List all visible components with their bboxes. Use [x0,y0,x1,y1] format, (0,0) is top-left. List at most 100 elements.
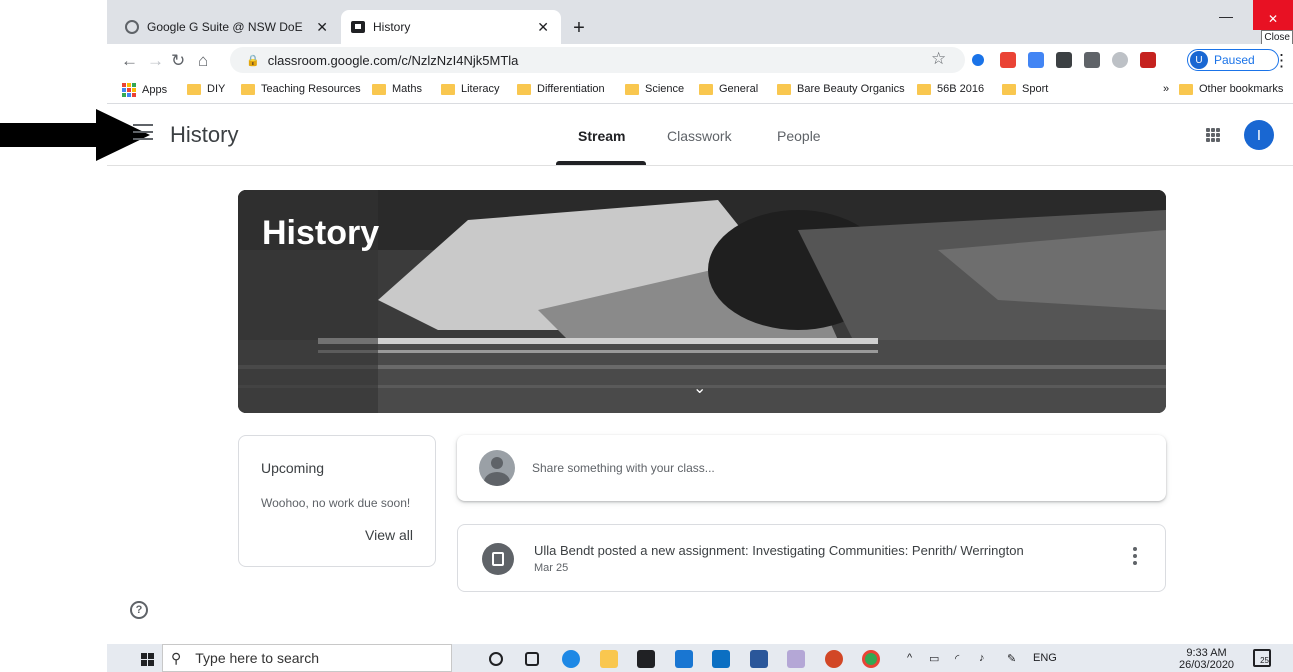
home-icon[interactable]: ⌂ [198,51,208,71]
share-announcement-box[interactable]: Share something with your class... [457,435,1166,501]
extension-v-icon[interactable] [972,54,984,66]
notification-count: 25 [1260,656,1269,665]
stream-post[interactable]: Ulla Bendt posted a new assignment: Inve… [457,524,1166,592]
reload-icon[interactable]: ↻ [171,51,185,71]
url-text: classroom.google.com/c/NzlzNzI4Njk5MTla [267,52,519,68]
bookmark-differentiation[interactable]: Differentiation [517,83,605,95]
folder-icon [777,83,791,95]
back-arrow-icon[interactable]: ← [121,51,138,71]
snipping-tool-icon[interactable] [787,650,805,668]
chrome-menu-icon[interactable]: ⋮ [1273,51,1290,71]
profile-avatar: U [1190,51,1208,69]
pointer-arrow [0,109,150,161]
bookmark-label: General [719,83,759,95]
bookmark-label: 56B 2016 [937,83,985,95]
bookmark-literacy[interactable]: Literacy [441,83,500,95]
main-menu-icon[interactable] [133,124,153,140]
bookmark-apps[interactable]: Apps [122,83,167,97]
extension-pdf-icon[interactable] [1140,52,1156,68]
edge-browser-icon[interactable] [562,650,580,668]
profile-paused-button[interactable]: U Paused [1187,49,1279,71]
file-explorer-icon[interactable] [600,650,618,668]
upcoming-message: Woohoo, no work due soon! [261,496,411,510]
window-close-button[interactable]: ✕ [1253,0,1293,30]
bookmark-science[interactable]: Science [625,83,684,95]
bookmark-56b-2016[interactable]: 56B 2016 [917,83,984,95]
notification-center-icon[interactable]: 25 [1253,649,1271,667]
bookmarks-bar: Apps DIY Teaching Resources Maths Litera… [107,76,1293,104]
view-all-link[interactable]: View all [365,527,413,543]
post-title[interactable]: Ulla Bendt posted a new assignment: Inve… [534,543,1024,558]
classroom-icon [351,21,365,33]
tab-classwork[interactable]: Classwork [667,128,732,144]
tab-stream[interactable]: Stream [578,128,625,144]
powerpoint-icon[interactable] [825,650,843,668]
folder-icon [699,83,713,95]
tab-close-icon[interactable]: ✕ [537,19,549,36]
windows-start-icon[interactable] [141,653,155,666]
google-apps-icon[interactable] [1206,128,1220,142]
bookmark-star-icon[interactable]: ☆ [931,49,946,69]
taskbar-clock[interactable]: 9:33 AM 26/03/2020 [1179,647,1234,671]
bookmark-general[interactable]: General [699,83,758,95]
chrome-icon[interactable] [862,650,880,668]
clock-date: 26/03/2020 [1179,659,1235,671]
folder-icon [517,83,531,95]
url-bar[interactable]: 🔒 classroom.google.com/c/NzlzNzI4Njk5MTl… [230,47,965,73]
store-icon[interactable] [637,650,655,668]
bookmark-teaching-resources[interactable]: Teaching Resources [241,83,361,95]
share-placeholder: Share something with your class... [532,461,715,475]
wifi-icon[interactable]: ◜ [955,652,959,665]
bookmark-label: DIY [207,83,226,95]
class-title[interactable]: History [170,122,238,148]
other-bookmarks[interactable]: Other bookmarks [1179,83,1283,95]
user-avatar [479,450,515,486]
extension-camera-icon[interactable] [1028,52,1044,68]
volume-icon[interactable]: ♪ [979,652,985,664]
more-options-icon[interactable] [1133,547,1137,565]
task-view-icon[interactable] [525,652,539,666]
bookmark-bare-beauty-organics[interactable]: Bare Beauty Organics [777,83,905,95]
cortana-icon[interactable] [489,652,503,666]
tab-people[interactable]: People [777,128,821,144]
mail-icon[interactable] [712,650,730,668]
browser-tab-gsuite[interactable]: Google G Suite @ NSW DoE ✕ [115,10,340,44]
folder-icon [241,83,255,95]
bookmark-label: Sport [1022,83,1049,95]
bookmark-label: Literacy [461,83,500,95]
minimize-button[interactable]: — [1219,8,1233,24]
browser-tab-history[interactable]: History ✕ [341,10,561,44]
bookmark-label: Differentiation [537,83,605,95]
bookmarks-overflow-button[interactable]: » [1163,83,1169,95]
folder-icon [372,83,386,95]
lync-icon[interactable] [675,650,693,668]
taskbar-search[interactable]: ⚲ Type here to search [162,644,452,672]
extension-screencast-icon[interactable] [1000,52,1016,68]
new-tab-button[interactable]: + [567,16,591,40]
folder-icon [441,83,455,95]
battery-icon[interactable]: ▭ [929,652,939,665]
language-indicator[interactable]: ENG [1033,652,1057,664]
extension-ig-icon[interactable] [1084,52,1100,68]
windows-taskbar: ⚲ Type here to search ^ ▭ ◜ ♪ ✎ ENG 9:33… [107,644,1293,672]
account-avatar[interactable]: I [1244,120,1274,150]
chevron-down-icon[interactable]: ⌄ [693,378,706,398]
bookmark-diy[interactable]: DIY [187,83,225,95]
bookmark-sport[interactable]: Sport [1002,83,1048,95]
folder-icon [625,83,639,95]
profile-status: Paused [1214,53,1255,67]
bookmark-maths[interactable]: Maths [372,83,422,95]
pen-icon[interactable]: ✎ [1007,652,1016,665]
tab-close-icon[interactable]: ✕ [316,19,328,36]
extension-circle-icon[interactable] [1112,52,1128,68]
taskbar-search-placeholder: Type here to search [195,650,320,666]
extension-image-icon[interactable] [1056,52,1072,68]
help-icon[interactable]: ? [130,601,148,619]
search-icon: ⚲ [171,649,182,666]
globe-icon [125,20,139,34]
word-icon[interactable] [750,650,768,668]
tab-label: Google G Suite @ NSW DoE [147,20,303,34]
folder-icon [1179,83,1193,95]
tray-expand-icon[interactable]: ^ [907,652,912,664]
forward-arrow-icon[interactable]: → [147,51,164,71]
